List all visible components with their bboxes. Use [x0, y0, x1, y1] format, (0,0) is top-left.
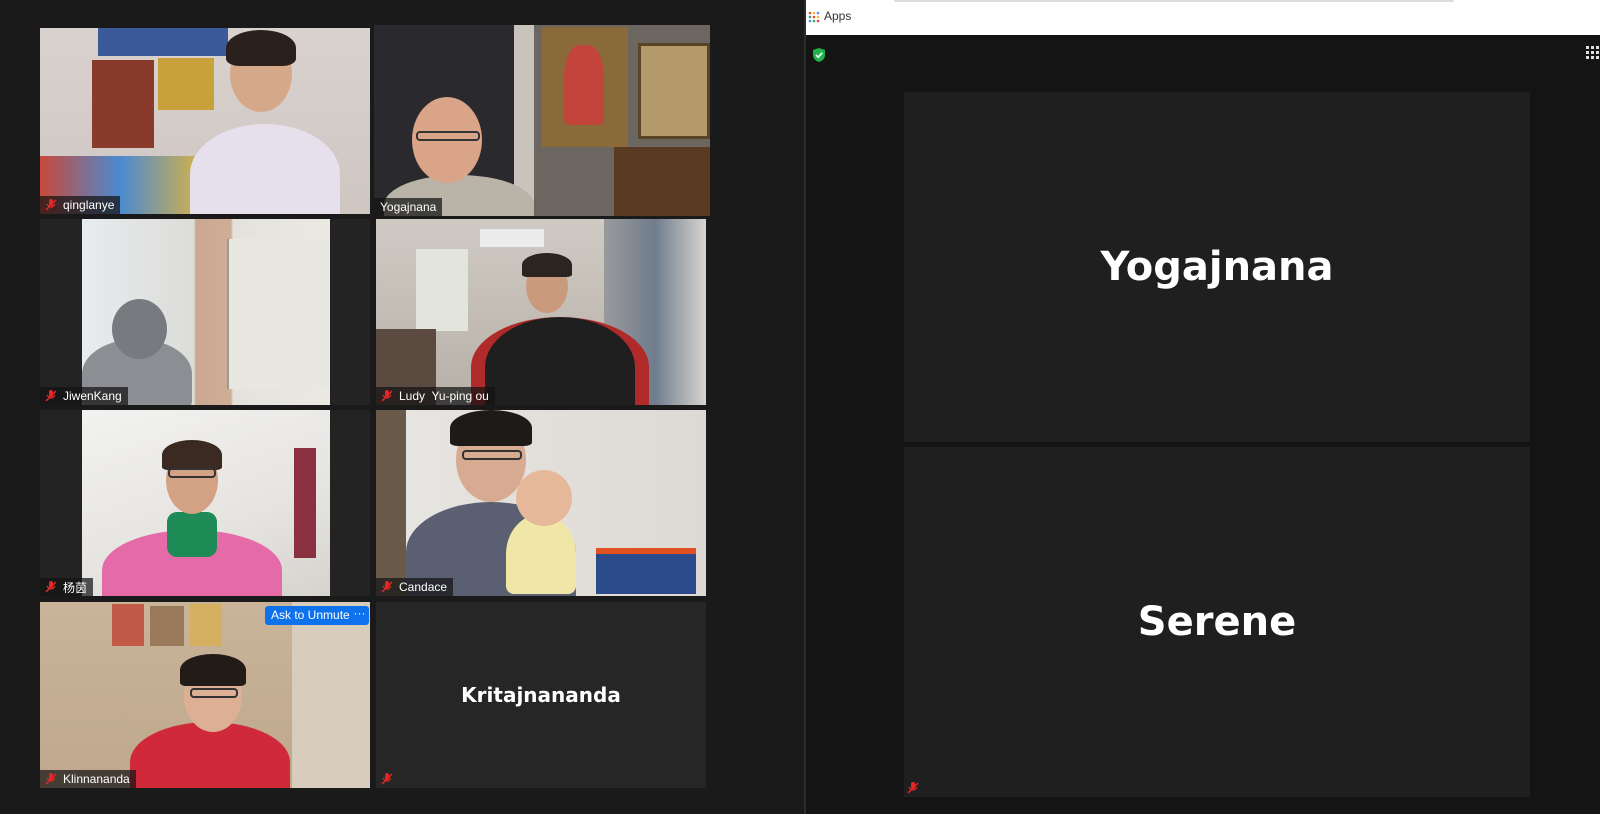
participant-name-large: Kritajnananda: [461, 683, 621, 707]
person-hair: [226, 30, 296, 66]
wall-poster: [158, 58, 214, 110]
shield-icon[interactable]: [812, 47, 826, 63]
video-feed: [376, 410, 706, 596]
toy: [596, 548, 696, 594]
baby: [506, 514, 576, 594]
person-hair: [450, 410, 532, 446]
video-feed: [40, 410, 370, 596]
whiteboard: [227, 239, 329, 389]
person-head: [112, 299, 167, 359]
video-tile-ludy[interactable]: Ludy Yu-ping ou: [376, 219, 706, 405]
video-tile-qinglanye[interactable]: qinglanye: [40, 28, 370, 214]
mic-muted-icon: [381, 390, 393, 402]
glasses: [168, 468, 216, 478]
video-feed: [40, 28, 370, 214]
mic-muted-icon: [45, 390, 57, 402]
participant-name: JiwenKang: [63, 389, 122, 403]
participant-name-large: Yogajnana: [1100, 244, 1334, 290]
mic-muted-icon: [381, 581, 393, 593]
video-feed: [40, 219, 370, 405]
participant-name-large: Serene: [1137, 599, 1297, 645]
video-tile-candace[interactable]: Candace: [376, 410, 706, 596]
speaker-tile-serene[interactable]: Serene: [904, 447, 1530, 797]
participant-name-bar: 杨茵: [40, 578, 94, 596]
mic-muted-icon: [907, 782, 919, 794]
cabinet: [614, 147, 710, 216]
glasses: [416, 131, 480, 141]
glasses: [462, 450, 522, 460]
grid-view-icon[interactable]: [1586, 46, 1600, 60]
participant-name: qinglanye: [63, 198, 115, 212]
green-scarf: [167, 512, 217, 557]
wall-poster: [92, 60, 154, 148]
camera-frame: [82, 410, 330, 596]
wall-hanging: [416, 249, 468, 331]
mic-muted-icon: [45, 581, 57, 593]
wall-picture: [112, 604, 144, 646]
person: [190, 124, 340, 214]
video-tile-jiwenkang[interactable]: JiwenKang: [40, 219, 370, 405]
participant-name: Yogajnana: [380, 200, 437, 214]
video-feed: [376, 219, 706, 405]
person-hair: [180, 654, 246, 686]
glasses: [190, 688, 238, 698]
participant-name-bar: [376, 770, 405, 788]
video-feed: [40, 602, 370, 788]
mic-muted-icon: [381, 773, 393, 785]
video-feed: [374, 25, 710, 216]
speaker-view-window: Apps Yogajnana Serene: [806, 0, 1600, 814]
wall-picture: [190, 604, 222, 646]
person-hair: [162, 440, 222, 470]
video-tile-kritajnananda[interactable]: Kritajnananda: [376, 602, 706, 788]
ask-to-unmute-button[interactable]: Ask to Unmute: [265, 606, 356, 625]
video-tile-yangyin[interactable]: 杨茵: [40, 410, 370, 596]
altar-figure: [564, 45, 604, 125]
baby-head: [516, 470, 572, 526]
participant-name-bar: Klinnananda: [40, 770, 136, 788]
wall-panel: [292, 602, 370, 788]
participant-name: Ludy Yu-ping ou: [399, 389, 489, 403]
more-options-button[interactable]: ···: [350, 606, 369, 625]
mic-muted-icon: [45, 773, 57, 785]
camera-frame: [82, 219, 330, 405]
participant-name: Klinnananda: [63, 772, 130, 786]
speaker-tile-yogajnana[interactable]: Yogajnana: [904, 92, 1530, 442]
wall-picture: [150, 606, 184, 646]
participant-name-bar: Candace: [376, 578, 454, 596]
participant-name-bar: Ludy Yu-ping ou: [376, 387, 495, 405]
participant-name: 杨茵: [63, 580, 88, 595]
address-bar-edge: [894, 0, 1454, 2]
participant-name-bar: JiwenKang: [40, 387, 128, 405]
air-conditioner: [480, 229, 544, 247]
curtain: [294, 448, 316, 558]
participant-name-bar: qinglanye: [40, 196, 121, 214]
video-tile-yogajnana[interactable]: Yogajnana: [374, 25, 710, 216]
apps-grid-icon[interactable]: [808, 11, 820, 23]
mic-muted-icon: [45, 199, 57, 211]
wall-poster: [98, 28, 228, 56]
gallery-view: qinglanye Yogajnana JiwenKang Ludy Yu-pi…: [0, 0, 804, 814]
participant-name-bar: Yogajnana: [374, 198, 443, 216]
apps-bookmark-label[interactable]: Apps: [824, 9, 851, 23]
shelf: [376, 410, 406, 596]
video-tile-klinnananda[interactable]: Ask to Unmute ··· Klinnananda: [40, 602, 370, 788]
framed-picture: [638, 43, 710, 139]
browser-bookmarks-bar: Apps: [806, 0, 1600, 35]
participant-name: Candace: [399, 580, 448, 594]
person-hair: [522, 253, 572, 277]
